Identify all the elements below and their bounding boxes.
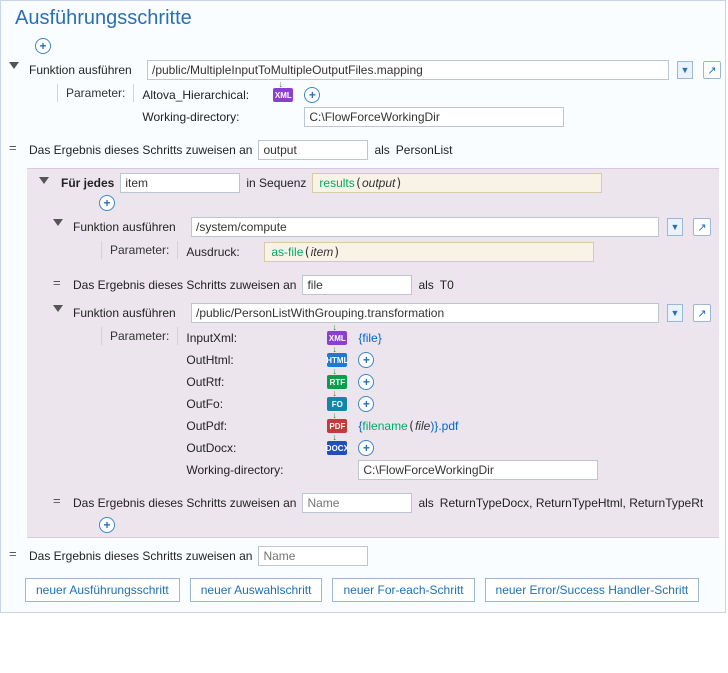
- add-param-value-button[interactable]: +: [358, 352, 374, 368]
- function-label: Funktion ausführen: [73, 306, 185, 320]
- add-step-button[interactable]: +: [99, 517, 115, 533]
- for-each-block: Für jedes in Sequenz results(output) + F…: [27, 168, 719, 538]
- step-1-params: Parameter: Altova_Hierarchical: XML + Wo…: [57, 82, 721, 134]
- loop-result: = Das Ergebnis dieses Schritts zuweisen …: [1, 542, 725, 570]
- result-var-input[interactable]: [258, 140, 368, 160]
- param-name: Ausdruck:: [186, 245, 256, 259]
- result-var-input[interactable]: [302, 493, 412, 513]
- function-input[interactable]: [191, 217, 659, 237]
- function-open-icon[interactable]: ↗: [693, 304, 711, 322]
- step-3: Funktion ausführen ▼ ↗ Parameter: InputX…: [33, 299, 715, 489]
- result-var-input[interactable]: [302, 275, 412, 295]
- param-name: InputXml:: [186, 331, 316, 345]
- parameter-label: Parameter:: [101, 327, 178, 345]
- pdf-icon: PDF: [327, 419, 347, 433]
- step-1-result: = Das Ergebnis dieses Schritts zuweisen …: [1, 136, 725, 164]
- function-dropdown[interactable]: ▼: [667, 304, 683, 322]
- step-2-params: Parameter: Ausdruck: as-file(item): [101, 239, 711, 269]
- working-dir-input[interactable]: [358, 460, 598, 480]
- action-button-bar: neuer Ausführungsschritt neuer Auswahlsc…: [1, 570, 725, 612]
- parameter-label: Parameter:: [101, 241, 178, 259]
- add-param-value-button[interactable]: +: [304, 87, 320, 103]
- new-choice-step-button[interactable]: neuer Auswahlschritt: [190, 578, 323, 602]
- add-param-value-button[interactable]: +: [358, 396, 374, 412]
- fo-icon: FO: [327, 397, 347, 411]
- function-input[interactable]: [147, 60, 669, 80]
- als-label: als: [374, 143, 389, 157]
- function-open-icon[interactable]: ↗: [693, 218, 711, 236]
- param-name: OutDocx:: [186, 441, 316, 455]
- function-label: Funktion ausführen: [29, 63, 141, 77]
- param-value: {file}: [358, 331, 381, 345]
- step-3-params: Parameter: InputXml: XML {file} OutHtml:…: [101, 325, 711, 487]
- add-step-button[interactable]: +: [99, 195, 115, 211]
- function-dropdown[interactable]: ▼: [677, 61, 693, 79]
- add-step-button[interactable]: +: [35, 38, 51, 54]
- assign-label: Das Ergebnis dieses Schritts zuweisen an: [29, 549, 252, 563]
- collapse-toggle[interactable]: [39, 177, 49, 184]
- docx-icon: DOCX: [327, 441, 347, 455]
- collapse-toggle[interactable]: [9, 62, 19, 69]
- function-dropdown[interactable]: ▼: [667, 218, 683, 236]
- param-name: Working-directory:: [142, 110, 262, 124]
- in-sequence-label: in Sequenz: [246, 176, 306, 190]
- result-var-input[interactable]: [258, 546, 368, 566]
- param-value: {filename(file)}.pdf: [358, 419, 458, 433]
- equals-icon: =: [53, 493, 61, 508]
- function-input[interactable]: [191, 303, 659, 323]
- param-name: OutPdf:: [186, 419, 316, 433]
- loop-item-input[interactable]: [120, 173, 240, 193]
- als-label: als: [418, 278, 433, 292]
- step-2-result: = Das Ergebnis dieses Schritts zuweisen …: [33, 271, 715, 299]
- equals-icon: =: [53, 275, 61, 290]
- function-label: Funktion ausführen: [73, 220, 185, 234]
- page-title: Ausführungsschritte: [15, 7, 725, 30]
- assign-label: Das Ergebnis dieses Schritts zuweisen an: [73, 278, 296, 292]
- assign-label: Das Ergebnis dieses Schritts zuweisen an: [29, 143, 252, 157]
- equals-icon: =: [9, 546, 17, 561]
- sequence-expression[interactable]: results(output): [312, 173, 602, 193]
- param-name: Working-directory:: [186, 463, 316, 477]
- step-3-result: = Das Ergebnis dieses Schritts zuweisen …: [33, 489, 715, 517]
- equals-icon: =: [9, 140, 17, 155]
- xml-icon: XML: [327, 331, 347, 345]
- new-error-handler-step-button[interactable]: neuer Error/Success Handler-Schritt: [485, 578, 700, 602]
- new-execution-step-button[interactable]: neuer Ausführungsschritt: [25, 578, 180, 602]
- als-label: als: [418, 496, 433, 510]
- for-each-label: Für jedes: [61, 176, 114, 190]
- rtf-icon: RTF: [327, 375, 347, 389]
- param-name: Altova_Hierarchical:: [142, 88, 262, 102]
- html-icon: HTML: [327, 353, 347, 367]
- param-name: OutFo:: [186, 397, 316, 411]
- step-2: Funktion ausführen ▼ ↗ Parameter: Ausdru…: [33, 213, 715, 271]
- xml-icon: XML: [273, 88, 293, 102]
- add-param-value-button[interactable]: +: [358, 440, 374, 456]
- collapse-toggle[interactable]: [53, 305, 63, 312]
- working-dir-input[interactable]: [304, 107, 564, 127]
- collapse-toggle[interactable]: [53, 219, 63, 226]
- result-type: PersonList: [396, 143, 453, 157]
- new-foreach-step-button[interactable]: neuer For-each-Schritt: [332, 578, 474, 602]
- function-open-icon[interactable]: ↗: [703, 61, 721, 79]
- add-param-value-button[interactable]: +: [358, 374, 374, 390]
- result-type: ReturnTypeDocx, ReturnTypeHtml, ReturnTy…: [440, 496, 703, 510]
- param-name: OutRtf:: [186, 375, 316, 389]
- expression-input[interactable]: as-file(item): [264, 242, 594, 262]
- parameter-label: Parameter:: [57, 84, 134, 102]
- execution-steps-panel: Ausführungsschritte + Funktion ausführen…: [0, 0, 726, 613]
- result-type: T0: [440, 278, 454, 292]
- param-name: OutHtml:: [186, 353, 316, 367]
- assign-label: Das Ergebnis dieses Schritts zuweisen an: [73, 496, 296, 510]
- step-1: Funktion ausführen ▼ ↗ Parameter: Altova…: [1, 56, 725, 136]
